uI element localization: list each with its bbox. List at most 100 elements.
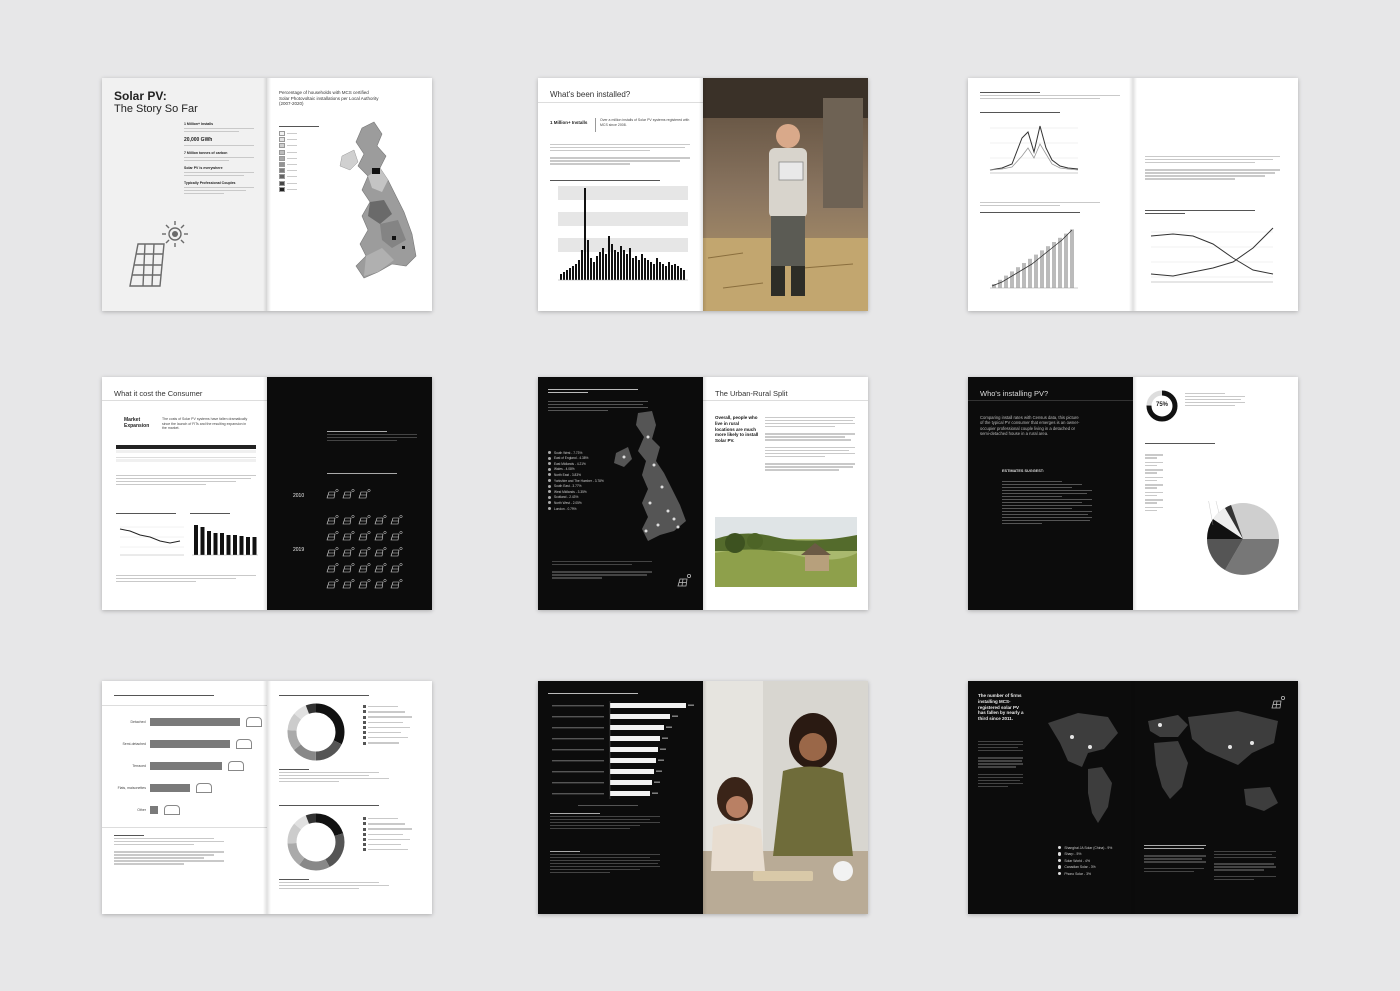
manufacturer-label: Solar World - 4% bbox=[1064, 858, 1090, 863]
bar bbox=[623, 250, 625, 280]
bar-value bbox=[672, 715, 678, 717]
category-label bbox=[552, 716, 604, 718]
manufacturer-item: Solar World - 4% bbox=[1058, 859, 1112, 863]
bar bbox=[617, 252, 619, 280]
uk-choropleth-map bbox=[339, 121, 417, 279]
bar-row: Semi-detached bbox=[112, 733, 262, 755]
solar-panel-icon bbox=[390, 563, 403, 573]
chart-caption bbox=[550, 178, 660, 183]
bar bbox=[593, 262, 595, 280]
headline: The number of firms installing MCS-regis… bbox=[978, 693, 1024, 722]
bar bbox=[569, 268, 571, 280]
bar-value bbox=[656, 770, 662, 772]
section-description: The costs of Solar PV systems have falle… bbox=[162, 417, 248, 430]
bar bbox=[572, 266, 574, 280]
estimates-bullets bbox=[1002, 479, 1092, 526]
page-left bbox=[968, 78, 1133, 311]
bar bbox=[610, 714, 670, 719]
photo-page bbox=[703, 78, 868, 311]
solar-panel-icon bbox=[374, 515, 387, 525]
bar bbox=[587, 240, 589, 280]
bullet-icon bbox=[548, 479, 551, 483]
manufacturer-item: Sharp - 5% bbox=[1058, 852, 1112, 856]
bar bbox=[677, 266, 679, 280]
occupation-donut-chart bbox=[287, 703, 345, 761]
legend-item bbox=[1145, 506, 1163, 511]
manufacturer-item: Canadian Solar - 3% bbox=[1058, 865, 1112, 869]
bar bbox=[626, 254, 628, 280]
bar bbox=[608, 236, 610, 280]
bar-value bbox=[652, 792, 658, 794]
spread-title-line1: Solar PV: bbox=[114, 89, 167, 103]
year-label-2010: 2010 bbox=[293, 493, 305, 499]
category-label bbox=[552, 793, 604, 795]
solar-panel-icon bbox=[342, 579, 355, 589]
bar bbox=[610, 736, 660, 741]
bar bbox=[1022, 263, 1026, 288]
bar bbox=[596, 256, 598, 280]
legend-item bbox=[363, 822, 412, 826]
bar bbox=[998, 279, 1002, 288]
bar bbox=[602, 248, 604, 280]
solar-panel-icon bbox=[374, 579, 387, 589]
pull-quote: Overall, people who live in rural locati… bbox=[715, 415, 759, 444]
bar bbox=[207, 531, 211, 555]
bar-row: Terraced bbox=[112, 755, 262, 777]
solar-panel-icon bbox=[374, 531, 387, 541]
legend-item bbox=[363, 741, 412, 745]
spread-installers-world: The number of firms installing MCS-regis… bbox=[968, 681, 1298, 914]
solar-panel-icon bbox=[358, 489, 371, 499]
legend-item bbox=[1145, 469, 1163, 474]
cost-per-kw-bar-chart bbox=[192, 525, 258, 556]
region-label: South West - 7.73% bbox=[554, 450, 583, 455]
cost-table bbox=[116, 445, 256, 462]
bar bbox=[233, 535, 237, 555]
bar bbox=[610, 725, 664, 730]
legend-item bbox=[363, 843, 412, 847]
bar bbox=[647, 260, 649, 280]
region-label: Wales - 4.08% bbox=[554, 467, 575, 472]
region-label: Scotland - 2.43% bbox=[554, 495, 579, 500]
category-label bbox=[552, 705, 604, 707]
bar bbox=[644, 258, 646, 280]
legend-item bbox=[1145, 484, 1163, 489]
bar bbox=[614, 250, 616, 280]
page-left: Detached Semi-detached Terraced Flats, mais… bbox=[102, 681, 267, 914]
stat-heading: Solar PV is everywhere bbox=[184, 166, 223, 170]
bar bbox=[584, 188, 586, 280]
body-text bbox=[550, 142, 690, 166]
bar-value bbox=[688, 704, 694, 706]
bullet-icon bbox=[548, 501, 551, 505]
solar-panel-icon bbox=[390, 547, 403, 557]
occupation-horizontal-bar-chart bbox=[552, 701, 694, 799]
solar-panel-icon bbox=[390, 531, 403, 541]
manufacturer-item: Shanghai JA Solar (China) - 9% bbox=[1058, 846, 1112, 850]
bullet-icon bbox=[1058, 845, 1062, 850]
legend-item bbox=[363, 710, 412, 714]
bar-row: Other bbox=[112, 799, 262, 821]
intro-text: Comparing install rates with Census data… bbox=[980, 415, 1080, 437]
bar bbox=[575, 264, 577, 280]
region-item: South West - 7.73% bbox=[548, 451, 604, 455]
solar-panel-icon bbox=[326, 515, 339, 525]
bar bbox=[650, 262, 652, 280]
bar bbox=[656, 258, 658, 280]
solar-panel-icon bbox=[358, 515, 371, 525]
page-left: What's been installed? 1 Million+ Instal… bbox=[538, 78, 703, 311]
legend-swatch bbox=[279, 161, 319, 167]
bar bbox=[610, 791, 650, 796]
property-type-label: Semi-detached bbox=[122, 742, 146, 746]
bar bbox=[632, 258, 634, 280]
solar-panel-icon-grid bbox=[326, 489, 403, 589]
category-label bbox=[552, 749, 604, 751]
region-label: North West - 2.05% bbox=[554, 500, 582, 505]
spread-cost-consumer: What it cost the Consumer Market Expansi… bbox=[102, 377, 432, 610]
bar bbox=[578, 260, 580, 280]
spread-whats-installed: What's been installed? 1 Million+ Instal… bbox=[538, 78, 868, 311]
stat-heading: 20,000 GWh bbox=[184, 137, 213, 143]
bar bbox=[599, 252, 601, 280]
bar bbox=[635, 256, 637, 280]
bar bbox=[194, 525, 198, 555]
bullet-icon bbox=[548, 451, 551, 455]
solar-panel-icon bbox=[390, 515, 403, 525]
